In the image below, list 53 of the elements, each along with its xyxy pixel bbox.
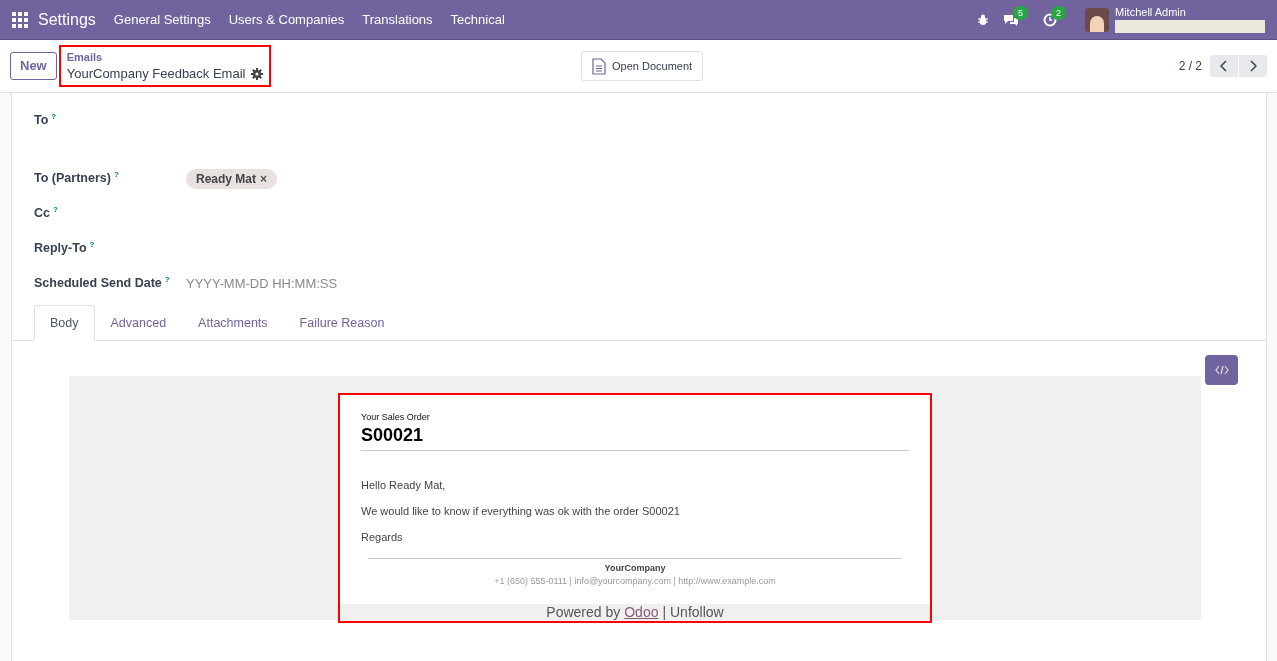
company-contact: +1 (650) 555-0111 | info@yourcompany.com | http://www.example.com xyxy=(493,575,777,588)
tag-remove-button[interactable]: × xyxy=(260,170,268,188)
nav-menu-item[interactable]: Technical xyxy=(450,9,505,30)
unfollow-text: | Unfollow xyxy=(662,603,724,622)
chat-count-badge: 5 xyxy=(1013,5,1028,20)
clock-icon[interactable] xyxy=(1043,12,1057,27)
form-tab[interactable]: Attachments xyxy=(182,305,284,341)
email-paragraph: Hello Ready Mat, xyxy=(361,478,447,492)
help-mark[interactable]: ? xyxy=(113,169,119,181)
pager-value: 2 / 2 xyxy=(1178,58,1202,75)
help-mark[interactable]: ? xyxy=(51,111,57,123)
tag-label: Ready Mat xyxy=(196,171,257,188)
chevron-right-icon xyxy=(1249,60,1257,72)
gear-icon[interactable] xyxy=(251,67,264,80)
field-label: To (Partners) xyxy=(34,170,111,187)
bug-icon[interactable] xyxy=(977,13,989,26)
email-paragraph: We would like to know if everything was ok with the order S00021 xyxy=(361,504,681,518)
form-tab[interactable]: Advanced xyxy=(94,305,183,341)
help-mark[interactable]: ? xyxy=(53,204,58,216)
field-label: Cc xyxy=(34,205,50,222)
nav-menu-item[interactable]: Users & Companies xyxy=(228,9,345,30)
email-paragraph: Regards xyxy=(361,530,404,544)
field-label: Scheduled Send Date xyxy=(34,275,162,292)
nav-menu-item[interactable]: General Settings xyxy=(113,9,211,30)
next-button[interactable] xyxy=(1239,55,1267,77)
code-icon xyxy=(1214,365,1229,375)
previous-button[interactable] xyxy=(1210,55,1238,77)
date-input-field[interactable]: YYYY-MM-DD HH:MM:SS xyxy=(186,274,486,294)
form-tab[interactable]: Failure Reason xyxy=(283,305,401,341)
new-button[interactable]: New xyxy=(10,52,57,80)
form-tab[interactable]: Body xyxy=(34,305,95,341)
app-title[interactable]: Settings xyxy=(38,7,96,32)
activity-count-badge: 2 xyxy=(1051,5,1066,20)
help-mark[interactable]: ? xyxy=(89,239,95,251)
document-icon xyxy=(592,57,606,75)
company-name: YourCompany xyxy=(603,561,667,575)
help-mark[interactable]: ? xyxy=(164,274,170,286)
code-view-button[interactable] xyxy=(1205,355,1238,385)
record-title: YourCompany Feedback Email xyxy=(66,64,246,83)
open-document-button[interactable]: Open Document xyxy=(581,51,704,81)
field-label: To xyxy=(34,112,49,129)
user-name[interactable]: Mitchell Admin xyxy=(1115,6,1265,19)
powered-by-text: Powered by xyxy=(546,603,621,622)
chevron-left-icon xyxy=(1220,60,1228,72)
apps-grid-icon[interactable] xyxy=(12,11,28,28)
field-label: Reply-To xyxy=(34,240,87,257)
order-number: S00021 xyxy=(361,424,425,445)
nav-menu-item[interactable]: Translations xyxy=(362,9,433,30)
odoo-link[interactable]: Odoo xyxy=(624,602,659,623)
avatar[interactable] xyxy=(1085,7,1109,32)
chat-icon[interactable] xyxy=(1003,12,1019,27)
breadcrumb-link[interactable]: Emails xyxy=(66,50,264,64)
email-header-label: Your Sales Order xyxy=(361,411,431,424)
